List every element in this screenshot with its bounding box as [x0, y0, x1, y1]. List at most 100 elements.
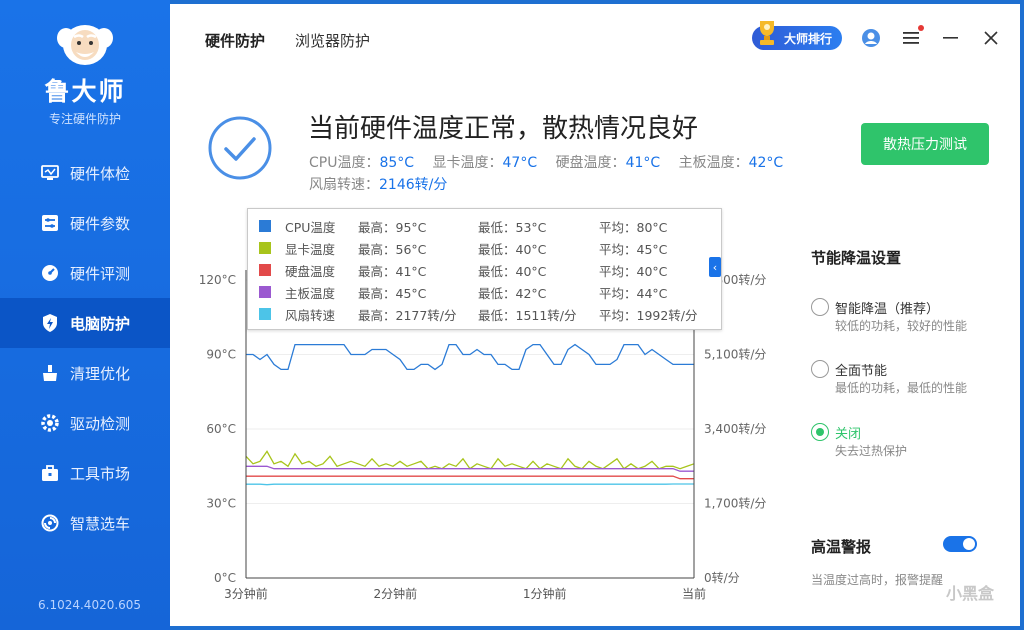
- radio-full-saving[interactable]: [811, 360, 829, 378]
- legend-collapse-icon[interactable]: ‹: [709, 257, 721, 277]
- y-right-tick-label: 0转/分: [704, 570, 740, 585]
- sidebar-nav: 硬件体检 硬件参数 硬件评测 电脑防护 清理优化 驱动检测 工具市场 智慧选车: [0, 148, 170, 548]
- cooling-stress-test-button[interactable]: 散热压力测试: [861, 123, 989, 165]
- master-lu-logo-icon: [54, 18, 116, 68]
- disk-temp-label: 硬盘温度：: [555, 155, 626, 171]
- rank-label: 大师排行: [783, 31, 832, 46]
- cpu-temp-label: CPU温度：: [309, 155, 380, 171]
- close-icon[interactable]: [980, 27, 1002, 49]
- x-tick-label: 1分钟前: [523, 586, 567, 601]
- x-tick-label: 2分钟前: [374, 586, 418, 601]
- sidebar-item-label: 硬件体检: [70, 164, 131, 183]
- temperature-summary: CPU温度：85°C 显卡温度：47°C 硬盘温度：41°C 主板温度：42°C…: [309, 152, 809, 196]
- status-title: 当前硬件温度正常，散热情况良好: [308, 114, 699, 144]
- x-tick-label: 当前: [682, 586, 706, 601]
- x-tick-label: 3分钟前: [224, 586, 268, 601]
- legend-avg: 平均：80°C: [599, 219, 668, 235]
- y-left-tick-label: 90°C: [206, 348, 236, 362]
- monitor-check-icon: [40, 163, 60, 183]
- legend-min: 最低：40°C: [478, 241, 547, 257]
- trophy-icon: [754, 18, 780, 48]
- watermark: 小黑盒: [945, 584, 994, 603]
- sidebar-item-hardware-params[interactable]: 硬件参数: [0, 198, 170, 248]
- high-temp-alarm-title: 高温警报: [811, 538, 872, 556]
- master-rank-button[interactable]: 大师排行: [751, 21, 842, 50]
- series-line: [246, 483, 694, 486]
- legend-name: 显卡温度: [285, 241, 336, 257]
- legend-name: 主板温度: [285, 285, 336, 301]
- legend-avg: 平均：40°C: [599, 263, 668, 279]
- sidebar-item-pc-protection[interactable]: 电脑防护: [0, 298, 170, 348]
- legend-row: 主板温度 最高：45°C 最低：42°C 平均：44°C: [248, 281, 721, 303]
- legend-min: 最低：1511转/分: [478, 307, 577, 323]
- y-left-tick-label: 60°C: [206, 422, 236, 436]
- legend-swatch: [259, 264, 271, 276]
- legend-max: 最高：56°C: [358, 241, 427, 257]
- option-label: 智能降温（推荐）: [835, 302, 940, 317]
- legend-name: 硬盘温度: [285, 263, 336, 279]
- notification-dot: [918, 25, 924, 31]
- shield-bolt-icon: [40, 313, 60, 333]
- toolbox-icon: [40, 463, 60, 483]
- tab-hardware-protection[interactable]: 硬件防护: [205, 30, 265, 51]
- legend-row: CPU温度 最高：95°C 最低：53°C 平均：80°C: [248, 215, 721, 237]
- legend-max: 最高：2177转/分: [358, 307, 457, 323]
- minimize-icon[interactable]: [940, 27, 962, 49]
- option-desc: 最低的功耗，最低的性能: [835, 381, 968, 395]
- y-left-tick-label: 120°C: [199, 273, 236, 287]
- legend-name: CPU温度: [285, 219, 336, 235]
- cooling-settings-title: 节能降温设置: [811, 249, 902, 267]
- sidebar-item-cleanup[interactable]: 清理优化: [0, 348, 170, 398]
- legend-swatch: [259, 308, 271, 320]
- high-temp-alarm-desc: 当温度过高时，报警提醒: [811, 573, 944, 587]
- user-avatar-icon[interactable]: [860, 27, 882, 49]
- board-temp-value: 42°C: [748, 155, 784, 171]
- app-tagline: 专注硬件防护: [48, 112, 121, 126]
- legend-max: 最高：95°C: [358, 219, 427, 235]
- legend-avg: 平均：1992转/分: [599, 307, 698, 323]
- gpu-temp-value: 47°C: [502, 155, 538, 171]
- legend-min: 最低：40°C: [478, 263, 547, 279]
- gpu-temp-label: 显卡温度：: [432, 155, 503, 171]
- window-controls: 大师排行: [751, 21, 1002, 50]
- board-temp-label: 主板温度：: [678, 155, 749, 171]
- version-label: 6.1024.4020.605: [38, 598, 142, 612]
- top-tabs: 硬件防护 浏览器防护: [205, 30, 370, 51]
- gear-icon: [40, 413, 60, 433]
- legend-name: 风扇转速: [285, 307, 336, 323]
- option-desc: 较低的功耗，较好的性能: [835, 319, 968, 333]
- y-right-tick-label: 1,700转/分: [704, 496, 766, 511]
- sidebar-item-label: 清理优化: [70, 364, 131, 383]
- app-name: 鲁大师: [44, 77, 126, 106]
- tab-browser-protection[interactable]: 浏览器防护: [295, 30, 370, 51]
- legend-swatch: [259, 286, 271, 298]
- legend-row: 硬盘温度 最高：41°C 最低：40°C 平均：40°C: [248, 259, 721, 281]
- sidebar-item-label: 智慧选车: [70, 514, 131, 533]
- y-right-tick-label: 5,100转/分: [704, 347, 766, 362]
- high-temp-alarm-toggle[interactable]: [943, 536, 977, 552]
- menu-icon[interactable]: [900, 25, 924, 49]
- legend-max: 最高：41°C: [358, 263, 427, 279]
- disk-temp-value: 41°C: [625, 155, 661, 171]
- legend-swatch: [259, 242, 271, 254]
- sidebar-item-driver-check[interactable]: 驱动检测: [0, 398, 170, 448]
- fan-speed-label: 风扇转速：: [309, 177, 379, 193]
- chart-legend-panel: CPU温度 最高：95°C 最低：53°C 平均：80°C 显卡温度 最高：56°C 最低：…: [247, 208, 722, 330]
- sidebar-item-hardware-check[interactable]: 硬件体检: [0, 148, 170, 198]
- option-desc: 失去过热保护: [835, 444, 908, 458]
- y-left-tick-label: 0°C: [214, 571, 236, 585]
- sidebar-item-hardware-bench[interactable]: 硬件评测: [0, 248, 170, 298]
- car-wheel-icon: [40, 513, 60, 533]
- legend-avg: 平均：44°C: [599, 285, 668, 301]
- radio-off[interactable]: [811, 423, 829, 441]
- sidebar-item-smart-car[interactable]: 智慧选车: [0, 498, 170, 548]
- sidebar-item-tool-market[interactable]: 工具市场: [0, 448, 170, 498]
- legend-row: 显卡温度 最高：56°C 最低：40°C 平均：45°C: [248, 237, 721, 259]
- main-panel: 硬件防护 浏览器防护 大师排行 当前硬件温度正常，散热情况良好 CPU温度：85…: [170, 4, 1020, 626]
- speedometer-icon: [40, 263, 60, 283]
- legend-min: 最低：53°C: [478, 219, 547, 235]
- legend-avg: 平均：45°C: [599, 241, 668, 257]
- legend-max: 最高：45°C: [358, 285, 427, 301]
- cpu-temp-value: 85°C: [379, 155, 415, 171]
- radio-smart-cooling[interactable]: [811, 298, 829, 316]
